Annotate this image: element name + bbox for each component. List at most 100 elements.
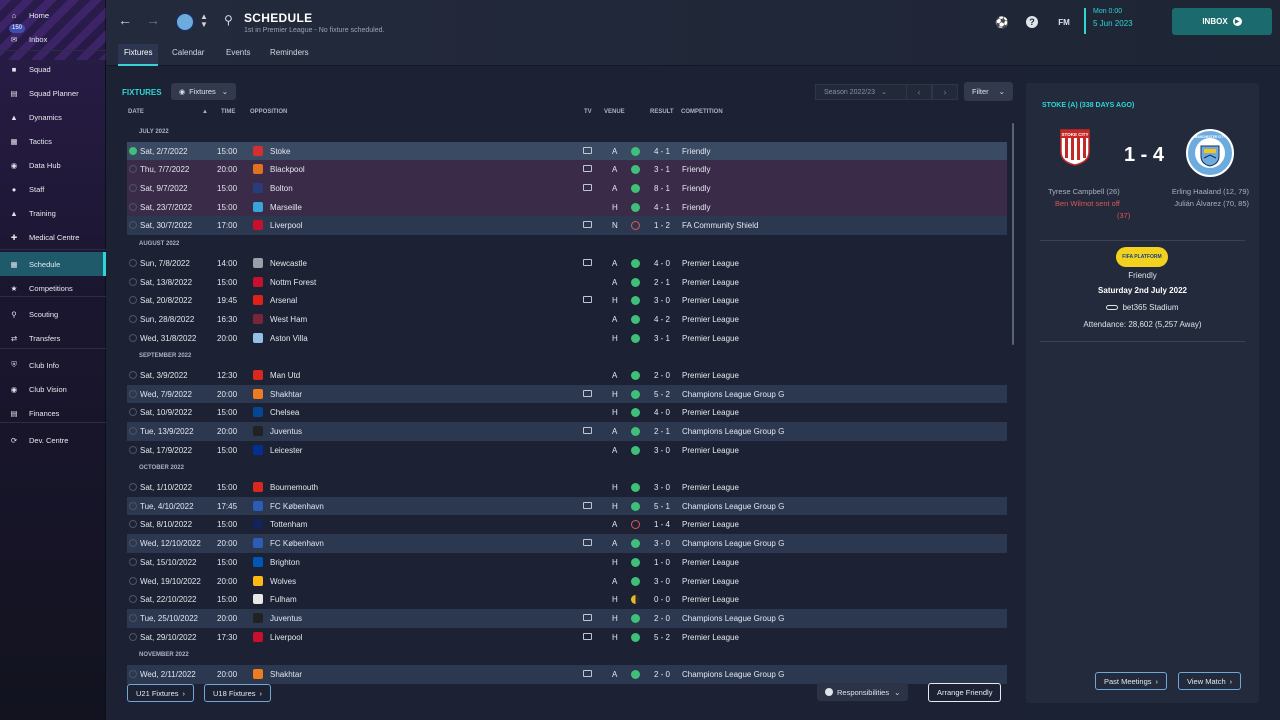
row-select-radio[interactable]	[129, 314, 137, 323]
fixture-result[interactable]: 3 - 0	[654, 296, 670, 305]
fixture-result[interactable]: 4 - 2	[654, 315, 670, 324]
row-select-radio[interactable]	[129, 258, 137, 267]
sidebar-item-transfers[interactable]: ⇄ Transfers	[0, 326, 106, 350]
row-select-radio[interactable]	[129, 613, 137, 622]
fixture-opposition[interactable]: Brighton	[270, 558, 300, 567]
view-match-button[interactable]: View Match ›	[1178, 672, 1242, 690]
sidebar-item-squad[interactable]: ■ Squad	[0, 57, 106, 81]
fixture-result[interactable]: 0 - 0	[654, 595, 670, 604]
fixture-row[interactable]: Sat, 20/8/2022 19:45 Arsenal H 3 - 0 Premier …	[127, 291, 1007, 310]
fixture-row[interactable]: Sat, 10/9/2022 15:00 Chelsea H 4 - 0 Premier …	[127, 403, 1007, 422]
row-select-radio[interactable]	[129, 333, 137, 342]
row-select-radio[interactable]	[129, 165, 137, 174]
fixture-result[interactable]: 3 - 0	[654, 483, 670, 492]
sidebar-item-scouting[interactable]: ⚲ Scouting	[0, 302, 106, 326]
row-select-radio[interactable]	[129, 501, 137, 510]
fixture-row[interactable]: Tue, 25/10/2022 20:00 Juventus H 2 - 0 Champi…	[127, 608, 1007, 628]
fixture-row[interactable]: Sat, 22/10/2022 15:00 Fulham H 0 - 0 Premier …	[127, 590, 1007, 609]
fixture-row[interactable]: Sat, 1/10/2022 15:00 Bournemouth H 3 - 0 Prem…	[127, 478, 1007, 497]
fixture-row[interactable]: Sat, 8/10/2022 15:00 Tottenham A 1 - 4 Premie…	[127, 515, 1007, 534]
search-icon[interactable]: ⚲	[224, 13, 233, 27]
fixture-result[interactable]: 2 - 1	[654, 427, 670, 436]
row-select-radio[interactable]	[129, 576, 137, 585]
past-meetings-button[interactable]: Past Meetings ›	[1095, 672, 1168, 690]
fixture-row[interactable]: Wed, 7/9/2022 20:00 Shakhtar H 5 - 2 Champion…	[127, 384, 1007, 404]
ball-icon[interactable]: ⚽	[995, 15, 1009, 29]
u18-fixtures-button[interactable]: U18 Fixtures ›	[204, 684, 272, 702]
row-select-radio[interactable]	[129, 520, 137, 529]
fixture-result[interactable]: 8 - 1	[654, 184, 670, 193]
fixture-result[interactable]: 1 - 0	[654, 558, 670, 567]
col-venue[interactable]: VENUE	[604, 109, 625, 115]
sidebar-item-inbox[interactable]: ✉ 150 Inbox	[0, 24, 106, 51]
fixture-row[interactable]: Tue, 13/9/2022 20:00 Juventus A 2 - 1 Champio…	[127, 422, 1007, 441]
sidebar-item-training[interactable]: ▲ Training	[0, 201, 106, 225]
fixture-row[interactable]: Wed, 12/10/2022 20:00 FC København A 3 - 0 Ch…	[127, 534, 1007, 553]
u21-fixtures-button[interactable]: U21 Fixtures ›	[127, 684, 195, 702]
sidebar-item-club-vision[interactable]: ◉ Club Vision	[0, 377, 106, 401]
fixtures-scrollbar[interactable]	[1012, 123, 1014, 345]
sidebar-item-tactics[interactable]: ▦ Tactics	[0, 129, 106, 153]
col-opposition[interactable]: OPPOSITION	[250, 109, 287, 115]
fixture-row[interactable]: Sat, 17/9/2022 15:00 Leicester A 3 - 0 Premie…	[127, 441, 1007, 460]
fixture-result[interactable]: 4 - 0	[654, 259, 670, 268]
fixture-result[interactable]: 2 - 1	[654, 278, 670, 287]
fixture-opposition[interactable]: West Ham	[270, 315, 307, 324]
forward-arrow-icon[interactable]: →	[146, 12, 160, 28]
fixture-opposition[interactable]: Newcastle	[270, 259, 307, 268]
row-select-radio[interactable]	[129, 389, 137, 398]
row-select-radio[interactable]	[129, 184, 137, 193]
fixture-result[interactable]: 4 - 1	[654, 147, 670, 156]
fixture-row[interactable]: Sat, 13/8/2022 15:00 Nottm Forest A 2 - 1 Pre…	[127, 273, 1007, 292]
fixture-result[interactable]: 4 - 0	[654, 408, 670, 417]
fm-menu-button[interactable]: FM	[1057, 15, 1071, 29]
sidebar-item-data-hub[interactable]: ◉ Data Hub	[0, 153, 106, 177]
game-date[interactable]: Mon 0:00 5 Jun 2023	[1084, 8, 1133, 34]
sidebar-item-club-info[interactable]: ⛨ Club Info	[0, 353, 106, 377]
man-city-crest-icon[interactable]: MANCHESTER CITY	[1185, 128, 1235, 178]
fixture-result[interactable]: 3 - 0	[654, 539, 670, 548]
tab-events[interactable]: Events	[220, 44, 256, 66]
fixture-opposition[interactable]: Shakhtar	[270, 390, 302, 399]
fixture-row[interactable]: Wed, 2/11/2022 20:00 Shakhtar A 2 - 0 Champio…	[127, 664, 1007, 684]
fixture-opposition[interactable]: Fulham	[270, 595, 297, 604]
fixture-row[interactable]: Sat, 9/7/2022 15:00 Bolton A 8 - 1 Friendly	[127, 179, 1007, 198]
fixture-result[interactable]: 5 - 2	[654, 633, 670, 642]
col-time[interactable]: TIME	[221, 109, 235, 115]
fixture-result[interactable]: 4 - 1	[654, 203, 670, 212]
tab-reminders[interactable]: Reminders	[264, 44, 315, 66]
col-date[interactable]: DATE	[128, 109, 144, 115]
fixture-result[interactable]: 3 - 0	[654, 446, 670, 455]
row-select-radio[interactable]	[129, 146, 137, 155]
row-select-radio[interactable]	[129, 221, 137, 230]
row-select-radio[interactable]	[129, 277, 137, 286]
fixture-result[interactable]: 2 - 0	[654, 614, 670, 623]
fixture-result[interactable]: 3 - 1	[654, 165, 670, 174]
fixture-row[interactable]: Wed, 19/10/2022 20:00 Wolves A 3 - 0 Premier …	[127, 572, 1007, 591]
sidebar-item-staff[interactable]: ● Staff	[0, 177, 106, 201]
sidebar-item-schedule[interactable]: ▦ Schedule	[0, 252, 106, 276]
fixture-opposition[interactable]: Wolves	[270, 577, 296, 586]
fixture-opposition[interactable]: Leicester	[270, 446, 302, 455]
back-arrow-icon[interactable]: ←	[118, 12, 132, 28]
stoke-crest-icon[interactable]: STOKE CITY	[1059, 128, 1091, 166]
prev-season-button[interactable]: ‹	[906, 84, 932, 100]
fixture-opposition[interactable]: Liverpool	[270, 221, 302, 230]
row-select-radio[interactable]	[129, 296, 137, 305]
fixture-opposition[interactable]: Man Utd	[270, 371, 300, 380]
row-select-radio[interactable]	[129, 445, 137, 454]
fixture-row[interactable]: Tue, 4/10/2022 17:45 FC København H 5 - 1 Cha…	[127, 496, 1007, 516]
fixture-row[interactable]: Sat, 23/7/2022 15:00 Marseille H 4 - 1 Friend…	[127, 197, 1007, 217]
row-select-radio[interactable]	[129, 370, 137, 379]
fixture-opposition[interactable]: Chelsea	[270, 408, 299, 417]
responsibilities-button[interactable]: Responsibilities ⌄	[817, 683, 909, 701]
club-crest-icon[interactable]	[175, 12, 195, 32]
season-select[interactable]: Season 2022/23 ⌄	[815, 84, 913, 100]
fixture-result[interactable]: 1 - 2	[654, 221, 670, 230]
fixture-opposition[interactable]: FC København	[270, 502, 324, 511]
fixture-opposition[interactable]: Bolton	[270, 184, 293, 193]
filter-button[interactable]: Filter ⌄	[964, 82, 1013, 101]
row-select-radio[interactable]	[129, 557, 137, 566]
fixture-result[interactable]: 5 - 1	[654, 502, 670, 511]
row-select-radio[interactable]	[129, 483, 137, 492]
